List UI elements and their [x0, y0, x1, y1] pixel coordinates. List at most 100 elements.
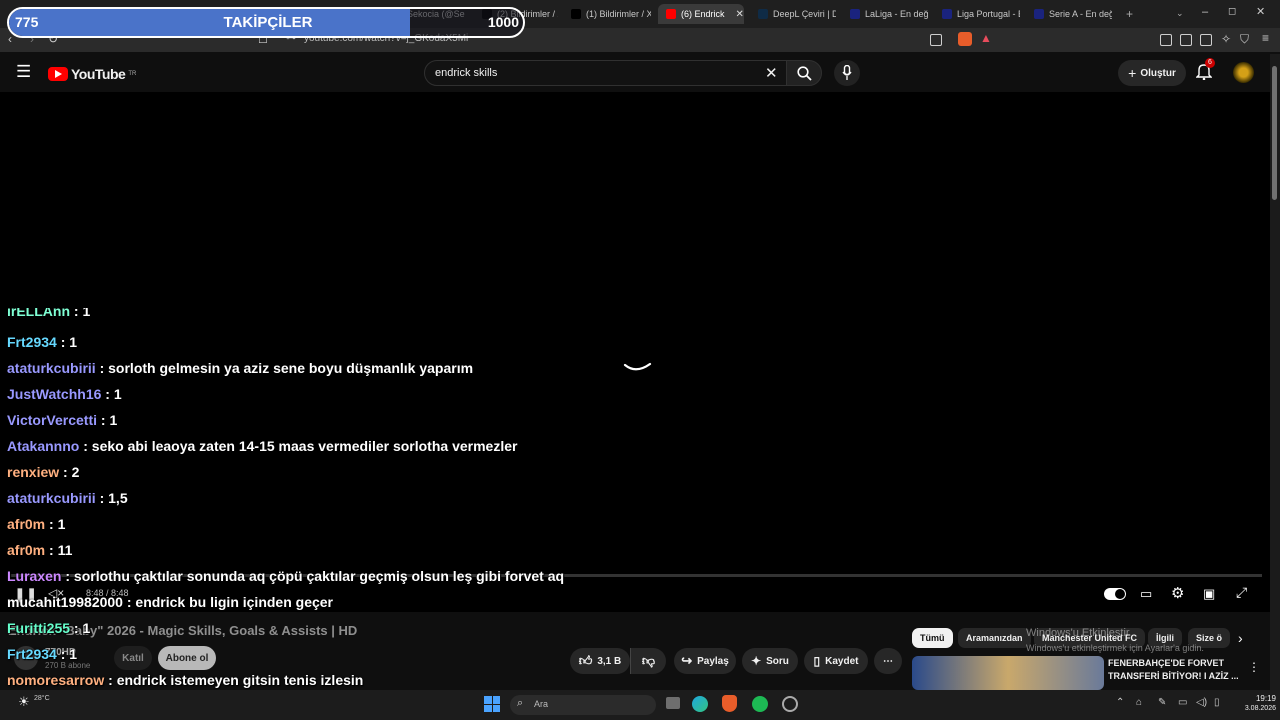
brave-taskbar-icon[interactable]	[722, 695, 737, 712]
pen-icon[interactable]: ✎	[1158, 697, 1166, 708]
chat-text: : 1	[70, 620, 91, 636]
thumbs-up-icon: 👍︎	[578, 653, 593, 668]
sparkle-icon: ✦	[751, 654, 762, 668]
subscribe-label: Abone ol	[165, 652, 209, 664]
video-player[interactable]	[0, 92, 1270, 612]
create-button[interactable]: + Oluştur	[1118, 60, 1186, 86]
vpn-icon[interactable]: ⛉	[1240, 32, 1249, 47]
hamburger-menu-icon[interactable]: ☰	[16, 62, 31, 82]
leo-ai-icon[interactable]: ✧	[1221, 32, 1231, 46]
rec-video-thumbnail[interactable]	[912, 656, 1104, 690]
menu-icon[interactable]: ≡	[1262, 31, 1269, 45]
tray-overflow-icon[interactable]: ⌃	[1116, 697, 1124, 708]
wallet-icon[interactable]	[1200, 34, 1212, 46]
rec-video-title-line1[interactable]: FENERBAHÇE'DE FORVET	[1108, 658, 1224, 668]
chat-text: : seko abi leaoya zaten 14-15 maas verme…	[79, 438, 518, 454]
clear-search-icon[interactable]: ✕	[765, 64, 778, 82]
chat-text: : 1,5	[95, 490, 128, 506]
rec-video-title-line2[interactable]: TRANSFERİ BİTİYOR! I AZİZ ...	[1108, 671, 1239, 681]
task-view-icon[interactable]	[666, 697, 680, 709]
maximize-icon[interactable]: ◻	[1228, 6, 1236, 17]
search-input[interactable]: endrick skills	[435, 67, 497, 79]
page-scrollbar[interactable]	[1270, 54, 1280, 690]
browser-tab[interactable]: Liga Portugal - E	[934, 4, 1020, 24]
rec-video-menu-icon[interactable]: ⋮	[1248, 660, 1260, 674]
chat-message: JustWatchh16 : 1	[7, 386, 122, 402]
cast-icon[interactable]	[930, 34, 942, 46]
browser-tab[interactable]: Serie A - En değe	[1026, 4, 1112, 24]
fullscreen-icon[interactable]: ⤢	[1236, 584, 1247, 601]
spotify-icon[interactable]	[752, 696, 768, 712]
settings-icon[interactable]: ⚙	[1171, 584, 1184, 602]
search-button[interactable]	[786, 60, 822, 86]
more-actions-button[interactable]: ⋯	[874, 648, 902, 674]
tab-favicon-icon	[850, 9, 860, 19]
taskbar-search[interactable]: ⌕ Ara	[510, 695, 656, 715]
chat-username: renxiew	[7, 464, 60, 480]
chat-text: : 1	[70, 308, 91, 319]
share-button[interactable]: ↪ Paylaş	[674, 648, 736, 674]
tab-favicon-icon	[758, 9, 768, 19]
taskbar-clock[interactable]: 19:19	[1236, 694, 1276, 703]
chat-username: JustWatchh16	[7, 386, 102, 402]
tab-list-icon[interactable]: ⌄	[1176, 8, 1184, 19]
tab-label: Serie A - En değe	[1049, 9, 1112, 19]
browser-tab[interactable]: DeepL Çeviri | D	[750, 4, 836, 24]
voice-search-button[interactable]	[834, 60, 860, 86]
subtitles-icon[interactable]: ▭	[1140, 586, 1152, 602]
avatar[interactable]	[1233, 62, 1254, 83]
weather-temp[interactable]: 28°C	[34, 695, 50, 702]
browser-tab[interactable]: (1) Bildirimler / X	[563, 4, 651, 24]
network-icon[interactable]: ⌂	[1136, 697, 1142, 708]
volume-icon[interactable]: ◁)	[1196, 697, 1207, 708]
save-button[interactable]: ▯ Kaydet	[804, 648, 868, 674]
scrollbar-thumb[interactable]	[1272, 66, 1277, 200]
browser-tab[interactable]: LaLiga - En değe	[842, 4, 928, 24]
chat-username: Frt2934	[7, 646, 57, 662]
chat-username: Furitti255	[7, 620, 71, 636]
new-tab-button[interactable]: +	[1126, 7, 1133, 21]
browser-tab[interactable]: (6) Endrick ✕	[658, 4, 744, 24]
ask-button[interactable]: ✦ Soru	[742, 648, 798, 674]
dislike-button[interactable]: 👎︎	[630, 648, 666, 674]
edge-icon[interactable]	[692, 696, 708, 712]
tab-label: LaLiga - En değe	[865, 9, 928, 19]
brave-shields-icon[interactable]	[958, 32, 972, 46]
autoplay-toggle[interactable]	[1104, 588, 1126, 600]
chips-next-icon[interactable]: ›	[1238, 630, 1243, 646]
join-button[interactable]: Katıl	[114, 646, 152, 670]
taskbar-date[interactable]: 3.08.2026	[1226, 705, 1276, 712]
loading-spinner-icon	[623, 362, 652, 371]
theater-mode-icon[interactable]: ▣	[1203, 586, 1215, 602]
brave-rewards-icon[interactable]: ▲	[980, 31, 992, 45]
notifications-button[interactable]: 6	[1195, 58, 1215, 85]
extensions-icon[interactable]	[1160, 34, 1172, 46]
tab-label: (1) Bildirimler / X	[586, 9, 651, 19]
join-label: Katıl	[122, 652, 144, 664]
microphone-icon	[842, 65, 852, 80]
follower-goal-bar: 775 TAKİPÇİLER 1000	[7, 7, 525, 38]
filter-chip[interactable]: Tümü	[912, 628, 953, 648]
app-taskbar-icon[interactable]	[782, 696, 798, 712]
windows-start-icon[interactable]	[484, 696, 500, 712]
weather-icon[interactable]: ☀	[18, 694, 30, 710]
close-window-icon[interactable]: ✕	[1256, 5, 1265, 18]
windows-taskbar: ☀ 28°C ⌕ Ara ⌃ ⌂ ✎ ▭ ◁) ▯ 19:19 3.08.202…	[0, 690, 1280, 720]
filter-chip[interactable]: Aramanızdan	[958, 628, 1031, 648]
tab-label: (6) Endrick	[681, 9, 725, 19]
display-icon[interactable]: ▭	[1178, 697, 1187, 708]
like-button[interactable]: 👍︎ 3,1 B	[570, 648, 630, 674]
chat-text: : sorloth gelmesin ya aziz sene boyu düş…	[95, 360, 474, 376]
youtube-logo[interactable]: YouTube TR	[48, 66, 136, 82]
tab-favicon-icon	[1034, 9, 1044, 19]
subscribe-button[interactable]: Abone ol	[158, 646, 216, 670]
close-tab-icon[interactable]: ✕	[736, 9, 744, 20]
battery-icon[interactable]: ▯	[1214, 697, 1220, 708]
chat-username: VictorVercetti	[7, 412, 98, 428]
ask-label: Soru	[766, 655, 789, 667]
minimize-icon[interactable]: –	[1202, 6, 1208, 18]
sidebar-icon[interactable]	[1180, 34, 1192, 46]
chat-message: Furitti255 : 1	[7, 620, 90, 636]
youtube-wordmark: YouTube	[71, 66, 126, 82]
search-icon	[797, 66, 812, 81]
